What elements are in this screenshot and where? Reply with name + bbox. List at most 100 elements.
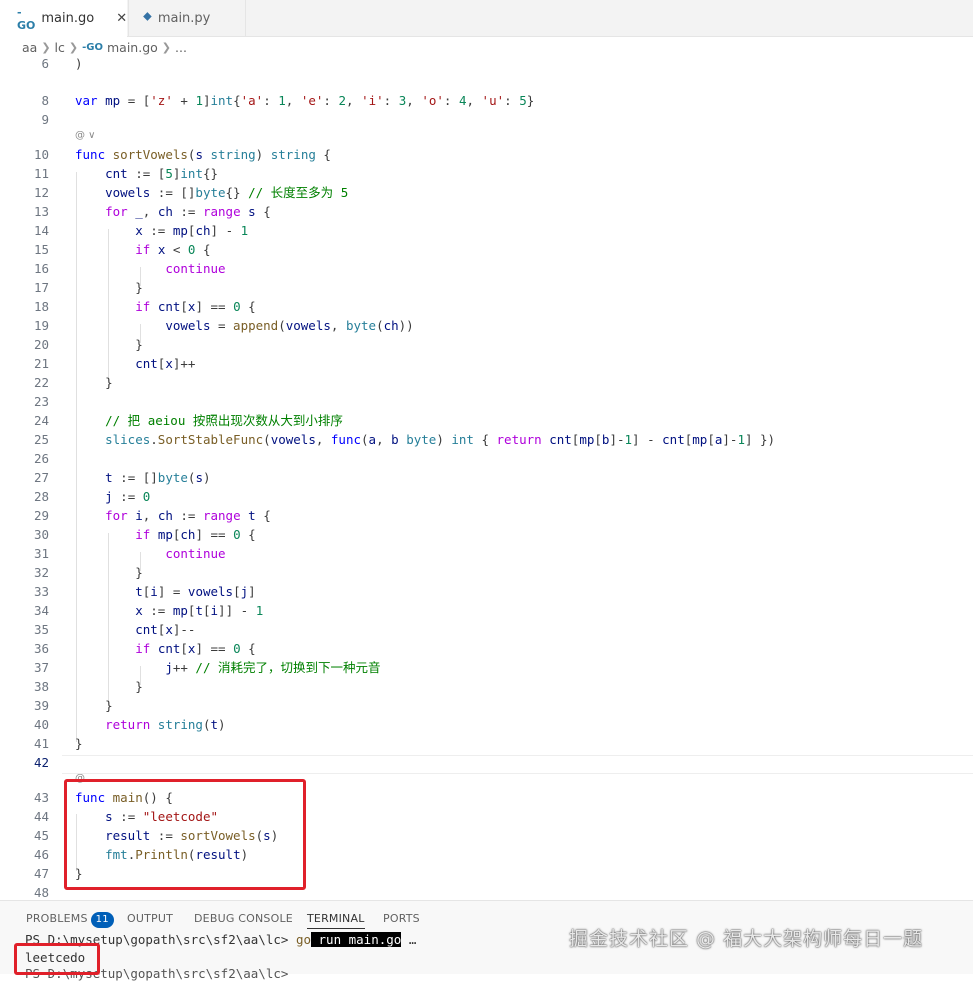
line-number: 11 xyxy=(33,166,49,181)
chevron-right-icon: ❯ xyxy=(41,40,51,54)
code-text: j++ // 消耗完了，切换到下一种元音 xyxy=(165,660,381,675)
line-number: 14 xyxy=(33,223,49,238)
code-text: cnt := [5]int{} xyxy=(105,166,219,181)
line-number: 34 xyxy=(33,603,49,618)
tab-terminal[interactable]: TERMINAL xyxy=(307,912,365,929)
breadcrumb-item[interactable]: aa xyxy=(22,40,37,55)
line-number: 9 xyxy=(41,112,49,127)
code-text: } xyxy=(75,375,113,390)
code-text: func sortVowels(s string) string { xyxy=(75,147,331,162)
breadcrumb-item[interactable]: ... xyxy=(175,40,187,55)
code-text: cnt[x]++ xyxy=(135,356,196,371)
highlight-box-main-func xyxy=(64,779,306,890)
code-text: var mp = ['z' + 1]int{'a': 1, 'e': 2, 'i… xyxy=(75,93,535,108)
tab-label: main.py xyxy=(157,10,211,26)
code-text: if cnt[x] == 0 { xyxy=(135,299,256,314)
code-text: slices.SortStableFunc(vowels, func(a, b … xyxy=(105,432,776,447)
tab-debug-console[interactable]: DEBUG CONSOLE xyxy=(194,912,293,925)
code-text: continue xyxy=(165,261,226,276)
line-number: 40 xyxy=(33,717,49,732)
line-number: 33 xyxy=(33,584,49,599)
line-number: 26 xyxy=(33,451,49,466)
line-number: 13 xyxy=(33,204,49,219)
terminal-ellipsis: … xyxy=(401,932,417,947)
code-text: if x < 0 { xyxy=(135,242,211,257)
highlight-box-output xyxy=(14,943,100,975)
line-number: 19 xyxy=(33,318,49,333)
code-text: cnt[x]-- xyxy=(135,622,196,637)
tab-main-py[interactable]: ⯁ main.py xyxy=(128,0,246,36)
line-number: 28 xyxy=(33,489,49,504)
line-number: 12 xyxy=(33,185,49,200)
code-text: } xyxy=(75,337,143,352)
code-text: } xyxy=(75,280,143,295)
chevron-right-icon: ❯ xyxy=(161,40,171,54)
line-number: 35 xyxy=(33,622,49,637)
line-number: 16 xyxy=(33,261,49,276)
code-lens[interactable]: @ ∨ xyxy=(75,128,96,144)
code-text: x := mp[ch] - 1 xyxy=(135,223,249,238)
current-line-highlight xyxy=(62,755,973,774)
line-number: 24 xyxy=(33,413,49,428)
code-text: j := 0 xyxy=(105,489,151,504)
line-number: 41 xyxy=(33,736,49,751)
code-text: for _, ch := range s { xyxy=(105,204,271,219)
line-number: 29 xyxy=(33,508,49,523)
code-text: return string(t) xyxy=(105,717,226,732)
line-number: 23 xyxy=(33,394,49,409)
line-number: 38 xyxy=(33,679,49,694)
code-text: } xyxy=(75,736,83,751)
line-number: 37 xyxy=(33,660,49,675)
editor-tab-bar: -GO main.go ✕ ⯁ main.py xyxy=(0,0,973,37)
code-text: ) xyxy=(75,56,83,71)
code-text: t[i] = vowels[j] xyxy=(135,584,256,599)
code-text: x := mp[t[i]] - 1 xyxy=(135,603,264,618)
breadcrumb-item[interactable]: lc xyxy=(55,40,65,55)
breadcrumb-item[interactable]: main.go xyxy=(107,40,158,55)
line-number: 47 xyxy=(33,866,49,881)
code-text: } xyxy=(75,565,143,580)
watermark: 掘金技术社区 @ 福大大架构师每日一题 xyxy=(569,928,924,950)
code-text: for i, ch := range t { xyxy=(105,508,271,523)
go-file-icon: -GO xyxy=(17,5,36,32)
go-file-icon: -GO xyxy=(82,41,103,53)
code-text: t := []byte(s) xyxy=(105,470,211,485)
tab-main-go[interactable]: -GO main.go ✕ xyxy=(0,0,127,37)
line-number: 8 xyxy=(41,93,49,108)
line-number: 25 xyxy=(33,432,49,447)
code-text: } xyxy=(75,698,113,713)
line-number: 17 xyxy=(33,280,49,295)
line-number: 43 xyxy=(33,790,49,805)
code-text: } xyxy=(75,679,143,694)
chevron-right-icon: ❯ xyxy=(68,40,79,54)
line-number: 27 xyxy=(33,470,49,485)
line-number: 46 xyxy=(33,847,49,862)
close-icon[interactable]: ✕ xyxy=(116,11,127,26)
tab-label: PROBLEMS xyxy=(26,912,88,925)
line-number: 45 xyxy=(33,828,49,843)
code-text: if mp[ch] == 0 { xyxy=(135,527,256,542)
line-number: 20 xyxy=(33,337,49,352)
line-number: 44 xyxy=(33,809,49,824)
line-number: 42 xyxy=(33,755,49,770)
tab-output[interactable]: OUTPUT xyxy=(127,912,173,925)
python-file-icon: ⯁ xyxy=(143,11,152,24)
line-number: 10 xyxy=(33,147,49,162)
line-number: 21 xyxy=(33,356,49,371)
line-number: 15 xyxy=(33,242,49,257)
code-editor[interactable]: 6) 8 var mp = ['z' + 1]int{'a': 1, 'e': 2… xyxy=(0,54,973,900)
tab-ports[interactable]: PORTS xyxy=(383,912,420,925)
code-text: // 把 aeiou 按照出现次数从大到小排序 xyxy=(105,413,343,428)
line-number: 36 xyxy=(33,641,49,656)
code-text: continue xyxy=(165,546,226,561)
code-text: if cnt[x] == 0 { xyxy=(135,641,256,656)
tab-problems[interactable]: PROBLEMS 11 xyxy=(26,912,114,928)
code-text: vowels := []byte{} // 长度至多为 5 xyxy=(105,185,349,200)
problems-count-badge: 11 xyxy=(90,912,114,928)
line-number: 6 xyxy=(41,56,49,71)
terminal-args: run main.go xyxy=(311,932,402,947)
line-number: 18 xyxy=(33,299,49,314)
line-number: 39 xyxy=(33,698,49,713)
code-text: vowels = append(vowels, byte(ch)) xyxy=(165,318,414,333)
line-number: 32 xyxy=(33,565,49,580)
